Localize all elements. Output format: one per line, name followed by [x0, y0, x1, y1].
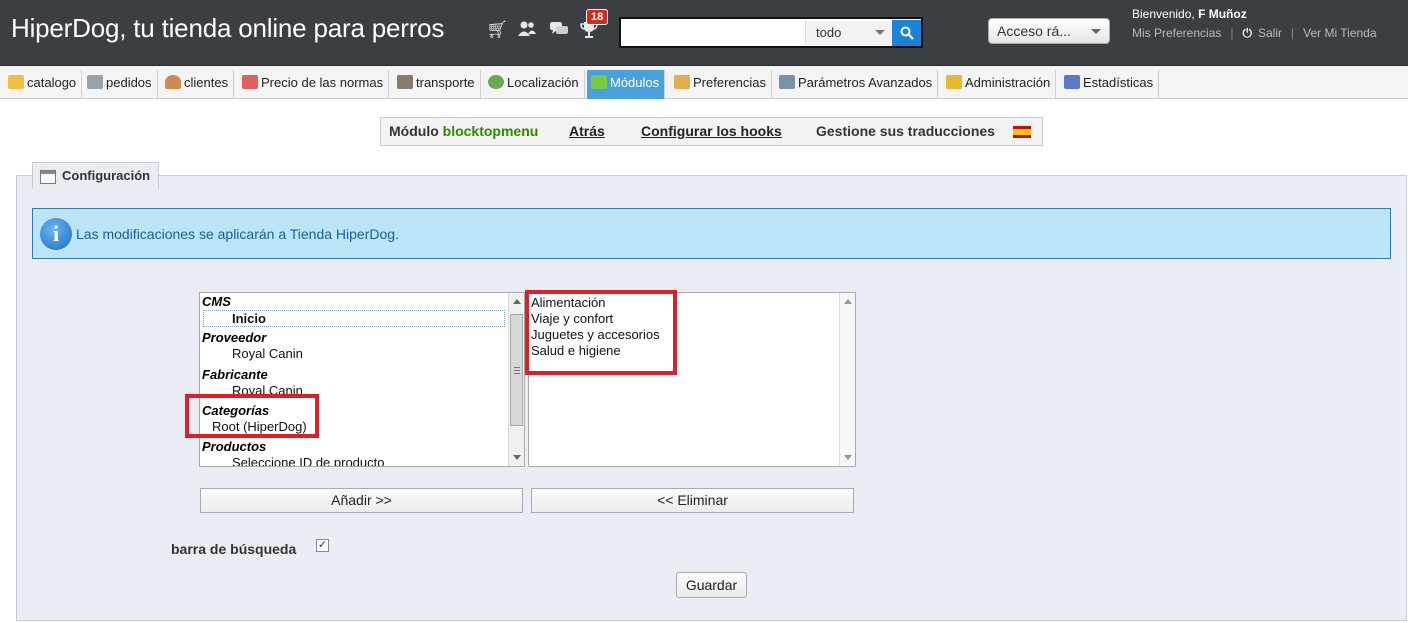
- cart-icon: [87, 75, 103, 89]
- save-button[interactable]: Guardar: [676, 572, 747, 598]
- tab-label: Preferencias: [693, 75, 766, 90]
- preferences-icon: [674, 75, 690, 89]
- scrollbar[interactable]: [839, 293, 855, 466]
- wrench-icon: [779, 75, 795, 89]
- welcome-prefix: Bienvenido,: [1132, 7, 1195, 21]
- spain-flag-icon[interactable]: [1013, 126, 1031, 138]
- truck-icon: [397, 75, 413, 89]
- tab-estadisticas[interactable]: Estadísticas: [1060, 70, 1160, 99]
- tab-parametros-avanzados[interactable]: Parámetros Avanzados: [775, 70, 939, 99]
- cart-icon[interactable]: 🛒︎: [486, 20, 508, 40]
- folder-icon: [8, 75, 24, 89]
- chart-icon: [1064, 75, 1080, 89]
- tab-clientes[interactable]: clientes: [161, 70, 235, 99]
- chevron-down-icon: [1091, 29, 1101, 34]
- key-icon: [946, 75, 962, 89]
- user-links: Mis Preferencias | ⏻ Salir | Ver Mi Tienda: [1132, 26, 1377, 41]
- info-text: Las modificaciones se aplicarán a Tienda…: [76, 226, 399, 242]
- info-alert: i Las modificaciones se aplicarán a Tien…: [32, 208, 1391, 259]
- main-menu-tabs: catalogo pedidos clientes Precio de las …: [0, 66, 1408, 99]
- tab-label: pedidos: [106, 75, 152, 90]
- highlight-box-selected: [525, 290, 677, 375]
- optgroup-products: Productos: [202, 439, 267, 454]
- remove-button[interactable]: << Eliminar: [531, 488, 854, 513]
- search-button[interactable]: [892, 20, 921, 46]
- highlight-box-categories: [185, 394, 319, 438]
- tab-pedidos[interactable]: pedidos: [83, 70, 158, 99]
- search-input[interactable]: [623, 22, 803, 44]
- back-link[interactable]: Atrás: [569, 123, 605, 139]
- legend-label: Configuración: [62, 168, 151, 183]
- list-item[interactable]: Royal Canin: [232, 346, 303, 361]
- module-toolbar: Módulo blocktopmenu Atrás Configurar los…: [380, 117, 1043, 146]
- customers-icon[interactable]: [516, 20, 538, 40]
- tab-transporte[interactable]: transporte: [393, 70, 481, 99]
- globe-icon: [488, 75, 504, 89]
- scroll-up-icon[interactable]: [513, 299, 521, 304]
- quick-access-value: Acceso rá...: [997, 23, 1071, 39]
- optgroup-cms: CMS: [202, 294, 231, 309]
- info-icon: i: [40, 218, 72, 250]
- tab-precio-normas[interactable]: Precio de las normas: [238, 70, 390, 99]
- tab-label: transporte: [416, 75, 475, 90]
- list-item[interactable]: Inicio: [203, 310, 505, 327]
- logout-link[interactable]: ⏻ Salir: [1243, 26, 1283, 41]
- tab-catalogo[interactable]: catalogo: [4, 70, 83, 99]
- view-store-link[interactable]: Ver Mi Tienda: [1303, 26, 1376, 40]
- tab-preferencias[interactable]: Preferencias: [670, 70, 772, 99]
- quick-access-select[interactable]: Acceso rá...: [988, 18, 1110, 44]
- tab-label: Estadísticas: [1083, 75, 1154, 90]
- window-icon: [40, 170, 56, 184]
- messages-icon[interactable]: [548, 20, 570, 40]
- search-bar-label: barra de búsqueda: [171, 541, 297, 557]
- module-heading: Módulo blocktopmenu: [389, 123, 538, 139]
- tab-label: Administración: [965, 75, 1051, 90]
- scroll-down-icon[interactable]: [844, 455, 852, 460]
- tab-label: Módulos: [610, 75, 660, 90]
- translations-label[interactable]: Gestione sus traducciones: [816, 123, 995, 139]
- search-form: todo: [619, 17, 923, 48]
- search-icon: [900, 26, 914, 40]
- welcome-message: Bienvenido, F Muñoz: [1132, 7, 1247, 21]
- user-name: F Muñoz: [1198, 7, 1247, 21]
- power-icon: ⏻: [1242, 26, 1253, 40]
- price-icon: [242, 75, 258, 89]
- list-item[interactable]: Seleccione ID de producto: [232, 455, 384, 466]
- module-name: blocktopmenu: [442, 123, 539, 139]
- search-scope-value: todo: [816, 25, 842, 40]
- scrollbar-thumb[interactable]: [510, 314, 523, 426]
- tab-label: Precio de las normas: [261, 75, 384, 90]
- add-button[interactable]: Añadir >>: [200, 488, 523, 513]
- user-icon: [165, 75, 181, 89]
- tab-modulos[interactable]: Módulos: [587, 70, 666, 99]
- tab-label: catalogo: [27, 75, 77, 90]
- shop-title[interactable]: HiperDog, tu tienda online para perros: [11, 13, 444, 44]
- chevron-down-icon: [875, 30, 885, 35]
- logout-label: Salir: [1258, 26, 1283, 40]
- scroll-up-icon[interactable]: [844, 299, 852, 304]
- scrollbar[interactable]: [508, 293, 524, 466]
- my-preferences-link[interactable]: Mis Preferencias: [1132, 26, 1221, 40]
- optgroup-manufacturer: Fabricante: [202, 367, 268, 382]
- module-prefix: Módulo: [389, 123, 439, 139]
- puzzle-icon: [591, 75, 607, 89]
- search-scope-select[interactable]: todo: [805, 21, 891, 45]
- available-items-list[interactable]: CMS Inicio Proveedor Royal Canin Fabrica…: [199, 292, 525, 467]
- configuration-legend: Configuración: [32, 162, 160, 189]
- configure-hooks-link[interactable]: Configurar los hooks: [641, 123, 782, 139]
- optgroup-supplier: Proveedor: [202, 330, 267, 345]
- tab-label: Parámetros Avanzados: [798, 75, 933, 90]
- notification-badge[interactable]: 18: [586, 9, 609, 25]
- tab-label: Localización: [507, 75, 579, 90]
- tab-label: clientes: [184, 75, 229, 90]
- tab-localizacion[interactable]: Localización: [484, 70, 585, 99]
- admin-header: HiperDog, tu tienda online para perros 🛒…: [0, 0, 1408, 66]
- tab-administracion[interactable]: Administración: [942, 70, 1057, 99]
- search-bar-checkbox[interactable]: ✓: [316, 539, 329, 552]
- scroll-down-icon[interactable]: [513, 455, 521, 460]
